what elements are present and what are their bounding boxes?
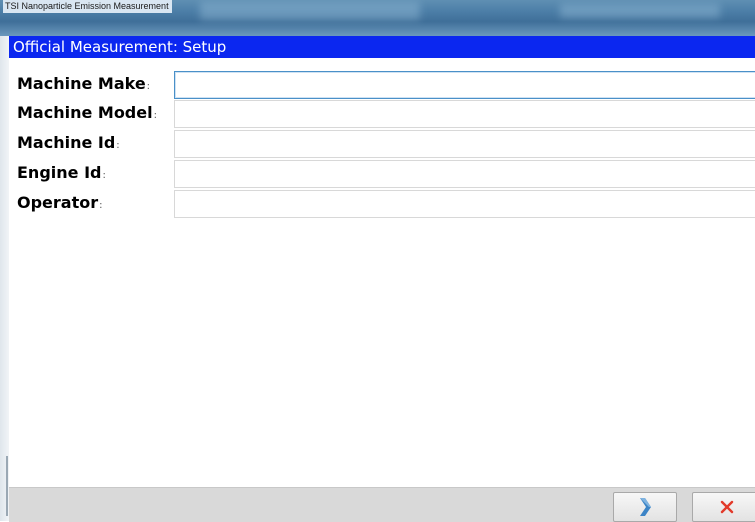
title-bar: TSI Nanoparticle Emission Measurement (0, 0, 755, 36)
machine-make-field[interactable] (174, 71, 755, 99)
title-bar-glow (200, 2, 420, 20)
operator-field[interactable] (174, 190, 755, 218)
chevron-right-icon (640, 498, 651, 516)
engine-id-field[interactable] (174, 160, 755, 188)
machine-model-field[interactable] (174, 100, 755, 128)
engine-id-label: Engine Id: (17, 163, 106, 182)
next-button[interactable] (613, 492, 677, 522)
machine-id-label: Machine Id: (17, 133, 120, 152)
title-bar-glow (560, 4, 720, 18)
page-title: Official Measurement: Setup (9, 36, 755, 58)
footer-bar (9, 487, 755, 522)
close-icon (720, 500, 734, 514)
form-row-machine-model: Machine Model: (9, 100, 755, 128)
form-row-operator: Operator: (9, 190, 755, 218)
machine-id-field[interactable] (174, 130, 755, 158)
cancel-button[interactable] (692, 492, 755, 522)
form-row-machine-id: Machine Id: (9, 130, 755, 158)
window-title: TSI Nanoparticle Emission Measurement (3, 0, 172, 13)
window-left-edge (0, 36, 9, 521)
main-window: Official Measurement: Setup Machine Make… (9, 36, 755, 522)
operator-label: Operator: (17, 193, 103, 212)
form-row-machine-make: Machine Make: (9, 71, 755, 99)
machine-model-label: Machine Model: (17, 103, 157, 122)
form-row-engine-id: Engine Id: (9, 160, 755, 188)
machine-make-label: Machine Make: (17, 74, 151, 93)
edge-marker (6, 456, 8, 516)
